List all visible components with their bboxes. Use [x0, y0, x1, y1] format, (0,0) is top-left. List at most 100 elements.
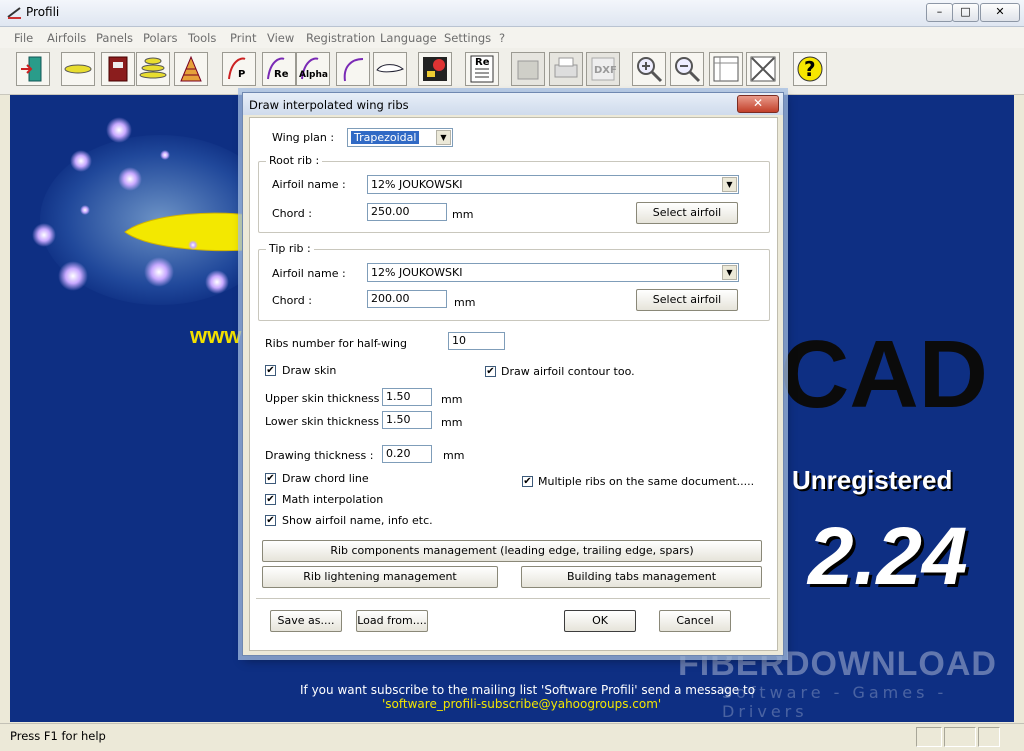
airfoil-book-icon[interactable]	[101, 52, 135, 86]
root-chord-unit: mm	[452, 208, 474, 221]
star	[70, 150, 92, 172]
menu-language[interactable]: Language	[380, 31, 437, 45]
menu-registration[interactable]: Registration	[306, 31, 375, 45]
wing-ribs-icon[interactable]	[174, 52, 208, 86]
polar-p-label: P	[238, 69, 245, 80]
version-number: 2.24	[808, 511, 968, 602]
root-chord-label: Chord :	[272, 207, 312, 220]
math-interpolation-label: Math interpolation	[282, 493, 384, 506]
polar-alpha-icon[interactable]: Alpha	[296, 52, 330, 86]
wing-plan-label: Wing plan :	[272, 131, 335, 144]
menu-panels[interactable]: Panels	[96, 31, 133, 45]
polar-curve-icon[interactable]	[336, 52, 370, 86]
status-text: Press F1 for help	[10, 729, 106, 743]
status-panel	[978, 727, 1000, 747]
airfoil-stack-icon[interactable]	[136, 52, 170, 86]
calculator-chart-icon[interactable]	[418, 52, 452, 86]
draw-skin-checkbox[interactable]: ✔	[265, 365, 276, 376]
airfoil-icon[interactable]	[61, 52, 95, 86]
splash-www-text: www	[190, 323, 242, 348]
window-title: Profili	[26, 5, 60, 19]
root-select-airfoil-button[interactable]: Select airfoil	[636, 202, 738, 224]
draw-airfoil-contour-checkbox[interactable]: ✔	[485, 366, 496, 377]
polar-p-icon[interactable]: P	[222, 52, 256, 86]
root-chord-input[interactable]: 250.00	[367, 203, 447, 221]
maximize-button[interactable]: □	[952, 3, 979, 22]
root-airfoil-label: Airfoil name :	[272, 178, 346, 191]
upper-skin-label: Upper skin thickness :	[265, 392, 387, 405]
chevron-down-icon[interactable]: ▼	[722, 265, 737, 280]
drawing-thickness-input[interactable]: 0.20	[382, 445, 432, 463]
star	[188, 240, 198, 250]
printer-icon[interactable]	[549, 52, 583, 86]
menu-tools[interactable]: Tools	[188, 31, 216, 45]
dxf-export-icon[interactable]: DXF	[586, 52, 620, 86]
lower-skin-unit: mm	[441, 416, 463, 429]
rib-lightening-button[interactable]: Rib lightening management	[262, 566, 498, 588]
cancel-x-icon[interactable]	[746, 52, 780, 86]
mailing-list-address: 'software_profili-subscribe@yahoogroups.…	[382, 697, 662, 711]
splash-cad-text: CAD	[780, 321, 988, 428]
polar-re-icon[interactable]: Re	[262, 52, 296, 86]
draw-skin-label: Draw skin	[282, 364, 337, 377]
drawing-thickness-unit: mm	[443, 449, 465, 462]
menu-file[interactable]: File	[14, 31, 33, 45]
help-icon[interactable]: ?	[793, 52, 827, 86]
zoom-out-icon[interactable]	[670, 52, 704, 86]
star	[205, 270, 229, 294]
airfoil-outline-icon[interactable]	[373, 52, 407, 86]
tip-airfoil-select[interactable]: 12% JOUKOWSKI ▼	[367, 263, 739, 282]
fit-page-icon[interactable]	[709, 52, 743, 86]
zoom-in-icon[interactable]	[632, 52, 666, 86]
menu-help[interactable]: ?	[499, 31, 505, 45]
exit-door-icon[interactable]	[16, 52, 50, 86]
math-interpolation-checkbox[interactable]: ✔	[265, 494, 276, 505]
chevron-down-icon[interactable]: ▼	[436, 130, 451, 145]
dialog-title-bar: Draw interpolated wing ribs ✕	[243, 93, 783, 115]
building-tabs-button[interactable]: Building tabs management	[521, 566, 762, 588]
ribs-number-label: Ribs number for half-wing	[265, 337, 407, 350]
draw-chord-line-label: Draw chord line	[282, 472, 369, 485]
re-calculator-icon[interactable]: Re	[465, 52, 499, 86]
menu-airfoils[interactable]: Airfoils	[47, 31, 86, 45]
status-bar: Press F1 for help	[0, 723, 1024, 751]
ok-button[interactable]: OK	[564, 610, 636, 632]
menu-settings[interactable]: Settings	[444, 31, 491, 45]
cancel-button[interactable]: Cancel	[659, 610, 731, 632]
multiple-ribs-label: Multiple ribs on the same document.....	[538, 475, 755, 488]
ribs-number-input[interactable]: 10	[448, 332, 505, 350]
wing-plan-value: Trapezoidal	[351, 131, 420, 144]
root-airfoil-value: 12% JOUKOWSKI	[371, 178, 463, 191]
menu-print[interactable]: Print	[230, 31, 256, 45]
title-bar: Profili – □ ✕	[0, 0, 1024, 27]
show-airfoil-name-checkbox[interactable]: ✔	[265, 515, 276, 526]
toolbar: P Re Alpha Re DXF ?	[0, 48, 1024, 95]
menu-polars[interactable]: Polars	[143, 31, 178, 45]
root-airfoil-select[interactable]: 12% JOUKOWSKI ▼	[367, 175, 739, 194]
polar-alpha-label: Alpha	[299, 70, 328, 80]
tip-select-airfoil-button[interactable]: Select airfoil	[636, 289, 738, 311]
wing-plan-select[interactable]: Trapezoidal ▼	[347, 128, 453, 147]
star	[80, 205, 90, 215]
rib-components-button[interactable]: Rib components management (leading edge,…	[262, 540, 762, 562]
multiple-ribs-checkbox[interactable]: ✔	[522, 476, 533, 487]
menu-view[interactable]: View	[267, 31, 294, 45]
tip-airfoil-value: 12% JOUKOWSKI	[371, 266, 463, 279]
lower-skin-input[interactable]: 1.50	[382, 411, 432, 429]
load-from-button[interactable]: Load from....	[356, 610, 428, 632]
star	[144, 257, 174, 287]
draw-ribs-dialog: Draw interpolated wing ribs ✕ Wing plan …	[242, 92, 784, 656]
tip-chord-input[interactable]: 200.00	[367, 290, 447, 308]
status-panel	[916, 727, 942, 747]
chevron-down-icon[interactable]: ▼	[722, 177, 737, 192]
upper-skin-unit: mm	[441, 393, 463, 406]
draw-chord-line-checkbox[interactable]: ✔	[265, 473, 276, 484]
close-button[interactable]: ✕	[980, 3, 1020, 22]
dialog-close-button[interactable]: ✕	[737, 95, 779, 113]
print-setup-icon[interactable]	[511, 52, 545, 86]
minimize-button[interactable]: –	[926, 3, 953, 22]
save-as-button[interactable]: Save as....	[270, 610, 342, 632]
dialog-body: Wing plan : Trapezoidal ▼ Root rib : Air…	[249, 117, 778, 651]
re-calc-label: Re	[475, 57, 490, 68]
upper-skin-input[interactable]: 1.50	[382, 388, 432, 406]
